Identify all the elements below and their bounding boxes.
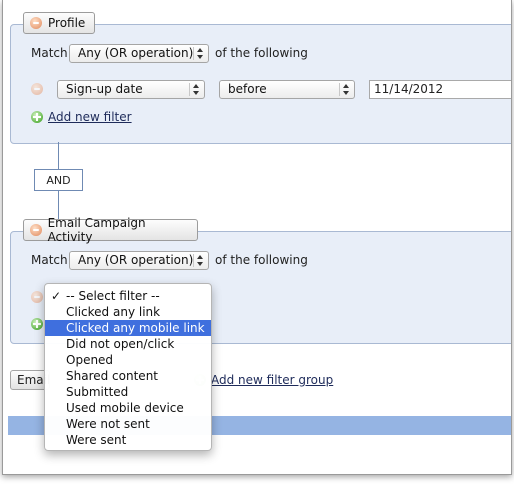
profile-group-tab[interactable]: Profile bbox=[23, 12, 95, 34]
dropdown-option[interactable]: Used mobile device bbox=[45, 400, 211, 416]
filter-operator-select[interactable]: before bbox=[219, 80, 355, 99]
dropdown-option[interactable]: Clicked any link bbox=[45, 304, 211, 320]
dropdown-option-highlighted[interactable]: Clicked any mobile link bbox=[45, 320, 211, 336]
updown-arrows-icon bbox=[192, 83, 200, 96]
select-value: Any (OR operation) bbox=[78, 46, 194, 60]
dropdown-option[interactable]: Did not open/click bbox=[45, 336, 211, 352]
add-filter-link[interactable]: Add new filter bbox=[31, 110, 132, 124]
group-title: Profile bbox=[48, 16, 86, 30]
select-divider bbox=[193, 47, 194, 60]
filter-date-input[interactable]: 11/14/2012 bbox=[369, 80, 511, 99]
filter-field-select[interactable]: Sign-up date bbox=[57, 80, 205, 99]
dropdown-option[interactable]: Opened bbox=[45, 352, 211, 368]
remove-filter-icon[interactable] bbox=[31, 83, 43, 95]
remove-group-icon[interactable] bbox=[30, 224, 42, 236]
dropdown-option[interactable]: Submitted bbox=[45, 384, 211, 400]
add-filter-group-label: Add new filter group bbox=[211, 373, 334, 387]
select-value: Sign-up date bbox=[66, 82, 143, 96]
updown-arrows-icon bbox=[196, 254, 204, 267]
email-group-tab[interactable]: Email Campaign Activity bbox=[23, 216, 198, 244]
select-value: before bbox=[228, 82, 267, 96]
remove-filter-icon[interactable] bbox=[31, 291, 43, 303]
select-divider bbox=[339, 83, 340, 96]
dropdown-option[interactable]: Were not sent bbox=[45, 416, 211, 432]
add-filter-label: Add new filter bbox=[48, 110, 132, 124]
add-filter-icon[interactable] bbox=[31, 318, 43, 330]
group-title: Email Campaign Activity bbox=[47, 216, 146, 244]
select-divider bbox=[193, 254, 194, 267]
add-icon bbox=[31, 111, 43, 123]
dropdown-option[interactable]: Were sent bbox=[45, 432, 211, 448]
connector-line-top bbox=[58, 142, 59, 169]
add-filter-group-link[interactable]: Add new filter group bbox=[194, 373, 333, 387]
select-divider bbox=[189, 83, 190, 96]
updown-arrows-icon bbox=[342, 83, 350, 96]
match-operation-select[interactable]: Any (OR operation) bbox=[69, 251, 209, 270]
dropdown-option[interactable]: ✓ -- Select filter -- bbox=[45, 288, 211, 304]
match-suffix: of the following bbox=[215, 46, 308, 60]
match-label: Match bbox=[31, 46, 68, 60]
select-value: Any (OR operation) bbox=[78, 253, 194, 267]
and-label: AND bbox=[46, 173, 71, 187]
select-filter-dropdown[interactable]: ✓ -- Select filter -- Clicked any link Cl… bbox=[44, 283, 212, 451]
checkmark-icon: ✓ bbox=[51, 289, 62, 303]
match-label: Match bbox=[31, 253, 68, 267]
remove-group-icon[interactable] bbox=[30, 17, 42, 29]
dropdown-option[interactable]: Shared content bbox=[45, 368, 211, 384]
and-operator-box[interactable]: AND bbox=[34, 169, 83, 191]
updown-arrows-icon bbox=[196, 47, 204, 60]
match-operation-select[interactable]: Any (OR operation) bbox=[69, 44, 209, 63]
match-suffix: of the following bbox=[215, 253, 308, 267]
connector-line-bottom bbox=[58, 191, 59, 219]
